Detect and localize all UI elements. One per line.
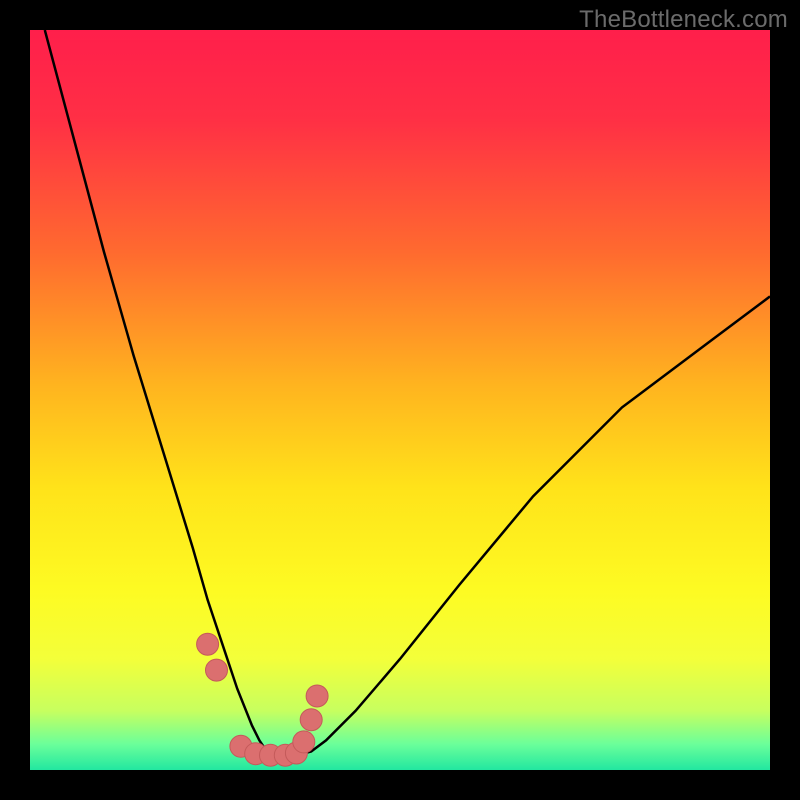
plot-area — [30, 30, 770, 770]
marker-point — [293, 731, 315, 753]
marker-point — [306, 685, 328, 707]
marker-point — [197, 633, 219, 655]
marker-point — [206, 659, 228, 681]
chart-frame: TheBottleneck.com — [0, 0, 800, 800]
marker-point — [300, 709, 322, 731]
watermark-text: TheBottleneck.com — [579, 6, 788, 34]
background-gradient — [30, 30, 770, 770]
